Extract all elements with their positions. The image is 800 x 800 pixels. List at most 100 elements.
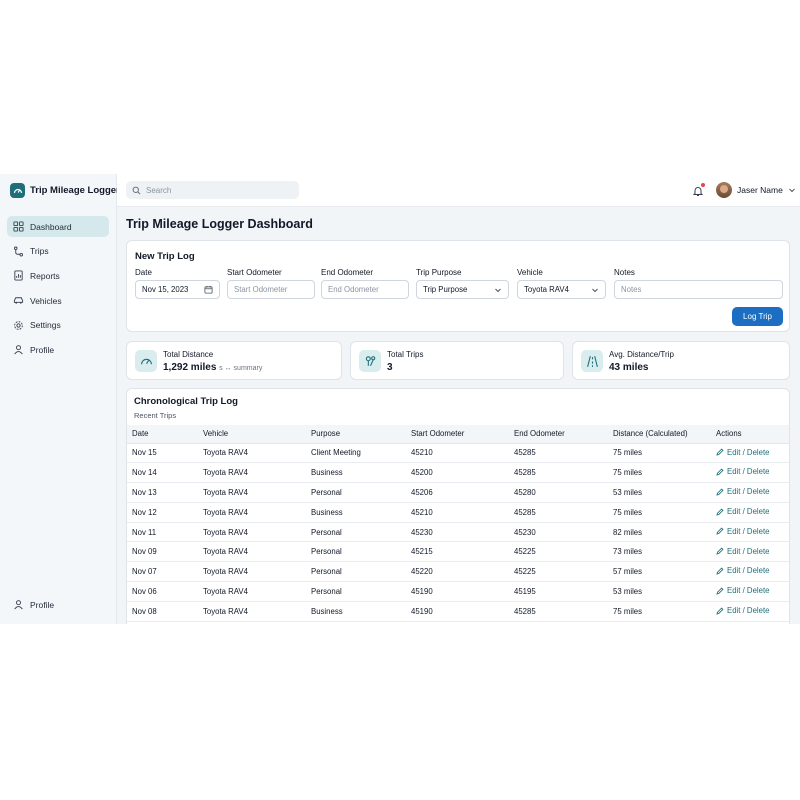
pencil-icon xyxy=(716,448,724,456)
date-value: Nov 15, 2023 xyxy=(142,285,189,294)
table-cell-actions: Edit / Delete xyxy=(711,581,789,602)
sidebar-item-settings[interactable]: Settings xyxy=(7,315,109,336)
column-header: Actions xyxy=(711,425,789,444)
sidebar-item-trips[interactable]: Trips xyxy=(7,241,109,262)
action-label: Edit / Delete xyxy=(727,447,770,457)
table-row: Nov 15 Toyota RAV4 Client Meeting 45210 4528… xyxy=(127,443,789,464)
end-odometer-field[interactable]: End Odometer xyxy=(321,280,409,299)
edit-delete-action[interactable]: Edit / Delete xyxy=(716,586,769,595)
table-cell: Personal xyxy=(306,541,406,563)
table-cell: 53 miles xyxy=(608,581,711,602)
table-cell: Nov 06 xyxy=(127,581,198,602)
edit-delete-action[interactable]: Edit / Delete xyxy=(716,606,769,615)
column-header[interactable]: Purpose xyxy=(306,425,406,444)
car-icon xyxy=(13,297,24,304)
sidebar-item-dashboard[interactable]: Dashboard xyxy=(7,216,109,237)
vehicle-select[interactable]: Toyota RAV4 xyxy=(517,280,606,299)
table-cell: Nov 14 xyxy=(127,462,198,484)
table-header-row: Date Vehicle Purpose Start Odometer End … xyxy=(127,425,789,444)
table-cell: 45285 xyxy=(509,601,608,622)
trip-purpose-value: Trip Purpose xyxy=(423,285,468,294)
start-odometer-label: Start Odometer xyxy=(227,268,282,277)
notes-field[interactable]: Notes xyxy=(614,280,783,299)
table-cell: Toyota RAV4 xyxy=(198,581,306,602)
date-field[interactable]: Nov 15, 2023 xyxy=(135,280,220,299)
pencil-icon xyxy=(716,606,724,615)
edit-delete-action[interactable]: Edit / Delete xyxy=(716,507,769,516)
chevron-down-icon xyxy=(788,188,795,193)
table-row: Nov 13 Toyota RAV4 Personal 45206 45280 53 mi… xyxy=(127,482,789,503)
road-icon xyxy=(581,350,603,372)
route-icon xyxy=(14,246,23,257)
gear-icon xyxy=(14,320,23,330)
log-trip-button[interactable]: Log Trip xyxy=(732,307,783,326)
table-cell: Business xyxy=(306,502,406,523)
column-header[interactable]: Date xyxy=(127,425,198,444)
user-menu[interactable]: Jaser Name xyxy=(716,182,796,198)
edit-delete-action[interactable]: Edit / Delete xyxy=(716,566,769,575)
table-cell: Personal xyxy=(306,522,406,543)
sidebar-footer-profile[interactable]: Profile xyxy=(7,594,109,615)
table-cell: 82 miles xyxy=(608,522,711,543)
chevron-down-icon xyxy=(495,288,501,292)
pencil-icon xyxy=(716,488,724,496)
column-header[interactable]: Start Odometer xyxy=(406,425,509,444)
table-cell: Nov 08 xyxy=(127,601,198,622)
table-row: Nov 12 Toyota RAV4 Business 45210 45285 75 mi… xyxy=(127,502,789,523)
report-icon xyxy=(14,270,23,281)
edit-delete-action[interactable]: Edit / Delete xyxy=(716,487,769,496)
brand: Trip Mileage Logger xyxy=(10,183,120,198)
search-input[interactable] xyxy=(146,185,286,195)
table-cell: Toyota RAV4 xyxy=(198,601,306,622)
table-cell: Nov 13 xyxy=(127,482,198,503)
table-cell: 45190 xyxy=(406,601,509,622)
sidebar-item-profile[interactable]: Profile xyxy=(7,339,109,360)
table-cell: 45285 xyxy=(509,443,608,464)
vehicle-value: Toyota RAV4 xyxy=(524,285,569,294)
table-row: Nov 08 Toyota RAV4 Business 45190 45285 75 mi… xyxy=(127,601,789,622)
table-cell: 45215 xyxy=(406,541,509,563)
search-box[interactable] xyxy=(126,181,299,199)
sidebar-item-label: Settings xyxy=(30,320,61,331)
trip-purpose-select[interactable]: Trip Purpose xyxy=(416,280,509,299)
action-label: Edit / Delete xyxy=(727,467,770,477)
table-row: Nov 09 Toyota RAV4 Personal 45215 45225 73 mi… xyxy=(127,541,789,563)
date-label: Date xyxy=(135,268,152,277)
table-cell-actions: Edit / Delete xyxy=(711,522,789,543)
user-icon xyxy=(14,600,23,610)
action-label: Edit / Delete xyxy=(727,526,770,536)
edit-delete-action[interactable]: Edit / Delete xyxy=(716,527,769,536)
stat-card-avg-distance: Avg. Distance/Trip 43 miles xyxy=(572,341,790,380)
table-cell-actions: Edit / Delete xyxy=(711,462,789,484)
chevron-down-icon xyxy=(592,288,598,292)
sidebar-item-reports[interactable]: Reports xyxy=(7,265,109,286)
edit-delete-action[interactable]: Edit / Delete xyxy=(716,467,769,476)
edit-delete-action[interactable]: Edit / Delete xyxy=(716,547,769,556)
table-cell: Nov 12 xyxy=(127,502,198,523)
action-label: Edit / Delete xyxy=(727,507,770,517)
column-header[interactable]: Distance (Calculated) xyxy=(608,425,711,444)
start-odometer-field[interactable]: Start Odometer xyxy=(227,280,315,299)
table-row: Nov 11 Toyota RAV4 Personal 45230 45230 82 mi… xyxy=(127,522,789,543)
table-cell: 53 miles xyxy=(608,482,711,503)
table-cell-actions: Edit / Delete xyxy=(711,482,789,503)
stat-value: 43 miles xyxy=(609,362,649,373)
stat-value: 1,292 miles s ↔ summary xyxy=(163,362,262,373)
table-cell: Client Meeting xyxy=(306,443,406,464)
table-cell-actions: Edit / Delete xyxy=(711,502,789,523)
sidebar-item-vehicles[interactable]: Vehicles xyxy=(7,290,109,311)
column-header[interactable]: End Odometer xyxy=(509,425,608,444)
action-label: Edit / Delete xyxy=(727,606,770,616)
calendar-icon[interactable] xyxy=(204,285,213,294)
new-trip-form: New Trip Log Date Nov 15, 2023 Start Odo… xyxy=(126,240,790,332)
notes-label: Notes xyxy=(614,268,635,277)
stat-value-text: 1,292 miles xyxy=(163,362,217,373)
edit-delete-action[interactable]: Edit / Delete xyxy=(716,448,769,457)
stat-card-total-trips: Total Trips 3 xyxy=(350,341,564,380)
column-header[interactable]: Vehicle xyxy=(198,425,306,444)
table-cell: 45285 xyxy=(509,502,608,523)
pencil-icon xyxy=(716,527,724,535)
table-cell: 45190 xyxy=(406,581,509,602)
notifications-button[interactable] xyxy=(692,183,705,196)
notes-placeholder: Notes xyxy=(621,285,642,294)
